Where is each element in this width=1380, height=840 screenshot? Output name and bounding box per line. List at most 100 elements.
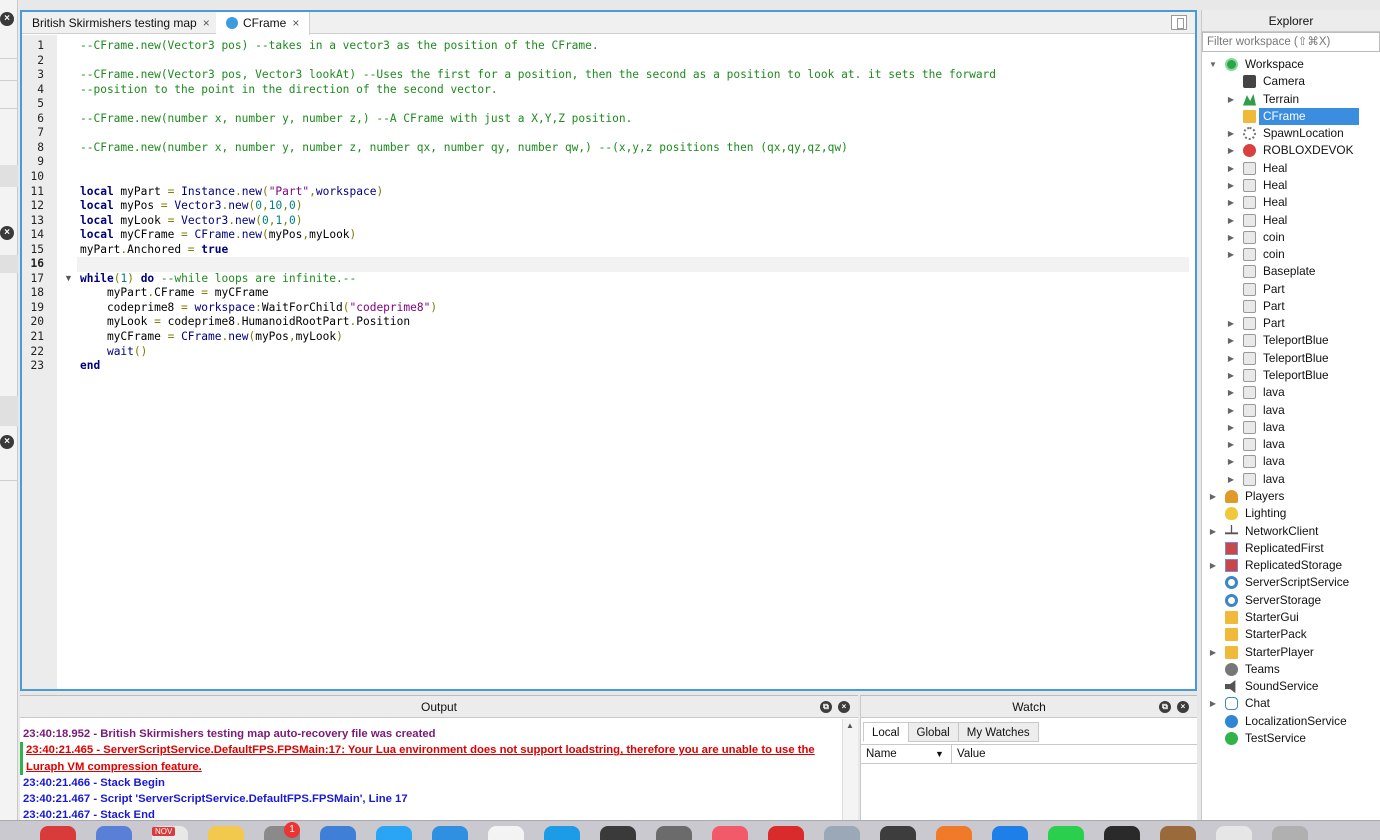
tree-item[interactable]: StarterGui bbox=[1202, 609, 1380, 626]
dock-app-icon[interactable] bbox=[824, 826, 860, 840]
expand-right-icon[interactable]: ▶ bbox=[1226, 350, 1236, 367]
tab-local[interactable]: Local bbox=[863, 722, 909, 742]
code-line[interactable]: myPart.CFrame = myCFrame bbox=[80, 286, 269, 301]
column-value[interactable]: Value bbox=[957, 745, 986, 764]
dock-app-icon[interactable] bbox=[96, 826, 132, 840]
tree-item[interactable]: ▶ TeleportBlue bbox=[1202, 367, 1380, 384]
maximize-icon[interactable] bbox=[1171, 15, 1187, 30]
dock-panel-icon[interactable]: ⧉ bbox=[820, 701, 832, 713]
tree-item[interactable]: ServerScriptService bbox=[1202, 574, 1380, 591]
tab-british-skirmishers[interactable]: British Skirmishers testing map × bbox=[22, 12, 221, 34]
tree-item[interactable]: ▶ lava bbox=[1202, 419, 1380, 436]
tree-item[interactable]: ▶ lava bbox=[1202, 436, 1380, 453]
tree-item[interactable]: ▶ ReplicatedStorage bbox=[1202, 557, 1380, 574]
tree-item[interactable]: ▶ Heal bbox=[1202, 212, 1380, 229]
tab-my-watches[interactable]: My Watches bbox=[957, 722, 1039, 742]
expand-right-icon[interactable]: ▶ bbox=[1226, 384, 1236, 401]
dock-app-icon[interactable] bbox=[320, 826, 356, 840]
dock-app-icon[interactable] bbox=[936, 826, 972, 840]
code-line[interactable]: myLook = codeprime8.HumanoidRootPart.Pos… bbox=[80, 315, 410, 330]
code-line[interactable]: --CFrame.new(Vector3 pos) --takes in a v… bbox=[80, 39, 599, 54]
close-icon[interactable]: × bbox=[0, 226, 14, 240]
expand-right-icon[interactable]: ▶ bbox=[1226, 212, 1236, 229]
close-icon[interactable]: × bbox=[0, 12, 14, 26]
tree-item[interactable]: ▶ TeleportBlue bbox=[1202, 350, 1380, 367]
code-line[interactable]: myPart.Anchored = true bbox=[80, 243, 228, 258]
expand-right-icon[interactable]: ▶ bbox=[1226, 160, 1236, 177]
code-line[interactable]: local myPart = Instance.new("Part",works… bbox=[80, 185, 383, 200]
tree-item[interactable]: ▶ lava bbox=[1202, 471, 1380, 488]
close-tab-icon[interactable]: × bbox=[203, 16, 210, 30]
tree-item[interactable]: LocalizationService bbox=[1202, 713, 1380, 730]
code-area[interactable]: --CFrame.new(Vector3 pos) --takes in a v… bbox=[77, 35, 1195, 689]
expand-right-icon[interactable]: ▶ bbox=[1226, 194, 1236, 211]
dock-app-icon[interactable] bbox=[1272, 826, 1308, 840]
dock-app-icon[interactable] bbox=[1104, 826, 1140, 840]
column-name[interactable]: Name bbox=[866, 745, 897, 764]
tree-item[interactable]: ▶ Heal bbox=[1202, 194, 1380, 211]
expand-right-icon[interactable]: ▶ bbox=[1208, 695, 1218, 712]
dock-app-icon[interactable] bbox=[1160, 826, 1196, 840]
tree-item[interactable]: CFrame bbox=[1202, 107, 1380, 125]
code-line[interactable]: --CFrame.new(number x, number y, number … bbox=[80, 112, 632, 127]
output-scrollbar[interactable] bbox=[842, 719, 858, 821]
dock-app-icon[interactable] bbox=[40, 826, 76, 840]
expand-right-icon[interactable]: ▶ bbox=[1226, 125, 1236, 142]
expand-right-icon[interactable]: ▶ bbox=[1208, 488, 1218, 505]
expand-right-icon[interactable]: ▶ bbox=[1226, 332, 1236, 349]
tree-item[interactable]: ReplicatedFirst bbox=[1202, 540, 1380, 557]
expand-right-icon[interactable]: ▶ bbox=[1226, 91, 1236, 108]
expand-right-icon[interactable]: ▶ bbox=[1226, 177, 1236, 194]
expand-right-icon[interactable]: ▶ bbox=[1226, 367, 1236, 384]
code-line[interactable]: while(1) do --while loops are infinite.-… bbox=[80, 272, 356, 287]
tree-item[interactable]: Part bbox=[1202, 281, 1380, 298]
close-icon[interactable]: × bbox=[1177, 701, 1189, 713]
expand-right-icon[interactable]: ▶ bbox=[1226, 471, 1236, 488]
tree-item[interactable]: ▶ SpawnLocation bbox=[1202, 125, 1380, 142]
tree-item[interactable]: ▶ StarterPlayer bbox=[1202, 644, 1380, 661]
expand-right-icon[interactable]: ▶ bbox=[1226, 402, 1236, 419]
dock-app-icon[interactable] bbox=[1048, 826, 1084, 840]
close-icon[interactable]: × bbox=[0, 435, 14, 449]
code-line[interactable]: local myPos = Vector3.new(0,10,0) bbox=[80, 199, 302, 214]
dock-app-icon[interactable] bbox=[376, 826, 412, 840]
tree-item[interactable]: ▶ lava bbox=[1202, 453, 1380, 470]
tree-item[interactable]: TestService bbox=[1202, 730, 1380, 747]
tree-item[interactable]: SoundService bbox=[1202, 678, 1380, 695]
tree-item[interactable]: Teams bbox=[1202, 661, 1380, 678]
tree-item[interactable]: ▶ lava bbox=[1202, 384, 1380, 401]
tree-item[interactable]: ▶ Part bbox=[1202, 315, 1380, 332]
code-line[interactable]: codeprime8 = workspace:WaitForChild("cod… bbox=[80, 301, 437, 316]
code-line[interactable]: myCFrame = CFrame.new(myPos,myLook) bbox=[80, 330, 343, 345]
tree-item[interactable]: Part bbox=[1202, 298, 1380, 315]
tree-item[interactable]: Lighting bbox=[1202, 505, 1380, 522]
dock-app-icon[interactable] bbox=[208, 826, 244, 840]
tree-item[interactable]: ▶ Terrain bbox=[1202, 91, 1380, 108]
close-tab-icon[interactable]: × bbox=[292, 16, 299, 30]
tree-item[interactable]: ▶ Heal bbox=[1202, 160, 1380, 177]
code-line[interactable]: --CFrame.new(number x, number y, number … bbox=[80, 141, 848, 156]
tree-item[interactable]: Camera bbox=[1202, 73, 1380, 90]
output-line[interactable]: 23:40:21.465 - ServerScriptService.Defau… bbox=[20, 742, 838, 775]
expand-right-icon[interactable]: ▶ bbox=[1208, 557, 1218, 574]
tree-item[interactable]: Baseplate bbox=[1202, 263, 1380, 280]
close-icon[interactable]: × bbox=[838, 701, 850, 713]
dock-app-icon[interactable] bbox=[656, 826, 692, 840]
tree-item[interactable]: StarterPack bbox=[1202, 626, 1380, 643]
code-line[interactable]: local myLook = Vector3.new(0,1,0) bbox=[80, 214, 302, 229]
dock-app-icon[interactable] bbox=[488, 826, 524, 840]
tree-item[interactable]: ▶ Chat bbox=[1202, 695, 1380, 712]
tab-global[interactable]: Global bbox=[907, 722, 959, 742]
code-line[interactable]: --CFrame.new(Vector3 pos, Vector3 lookAt… bbox=[80, 68, 996, 83]
dock-app-icon[interactable] bbox=[992, 826, 1028, 840]
expand-right-icon[interactable]: ▶ bbox=[1226, 229, 1236, 246]
tab-cframe[interactable]: CFrame × bbox=[216, 12, 311, 35]
expand-right-icon[interactable]: ▶ bbox=[1208, 644, 1218, 661]
dock-panel-icon[interactable]: ⧉ bbox=[1159, 701, 1171, 713]
tree-item[interactable]: ▶ coin bbox=[1202, 246, 1380, 263]
expand-right-icon[interactable]: ▶ bbox=[1208, 523, 1218, 540]
tree-item[interactable]: ▶ NetworkClient bbox=[1202, 523, 1380, 540]
code-line[interactable]: end bbox=[80, 359, 100, 374]
tree-item[interactable]: ▶ Heal bbox=[1202, 177, 1380, 194]
sort-down-icon[interactable]: ▼ bbox=[935, 745, 944, 764]
